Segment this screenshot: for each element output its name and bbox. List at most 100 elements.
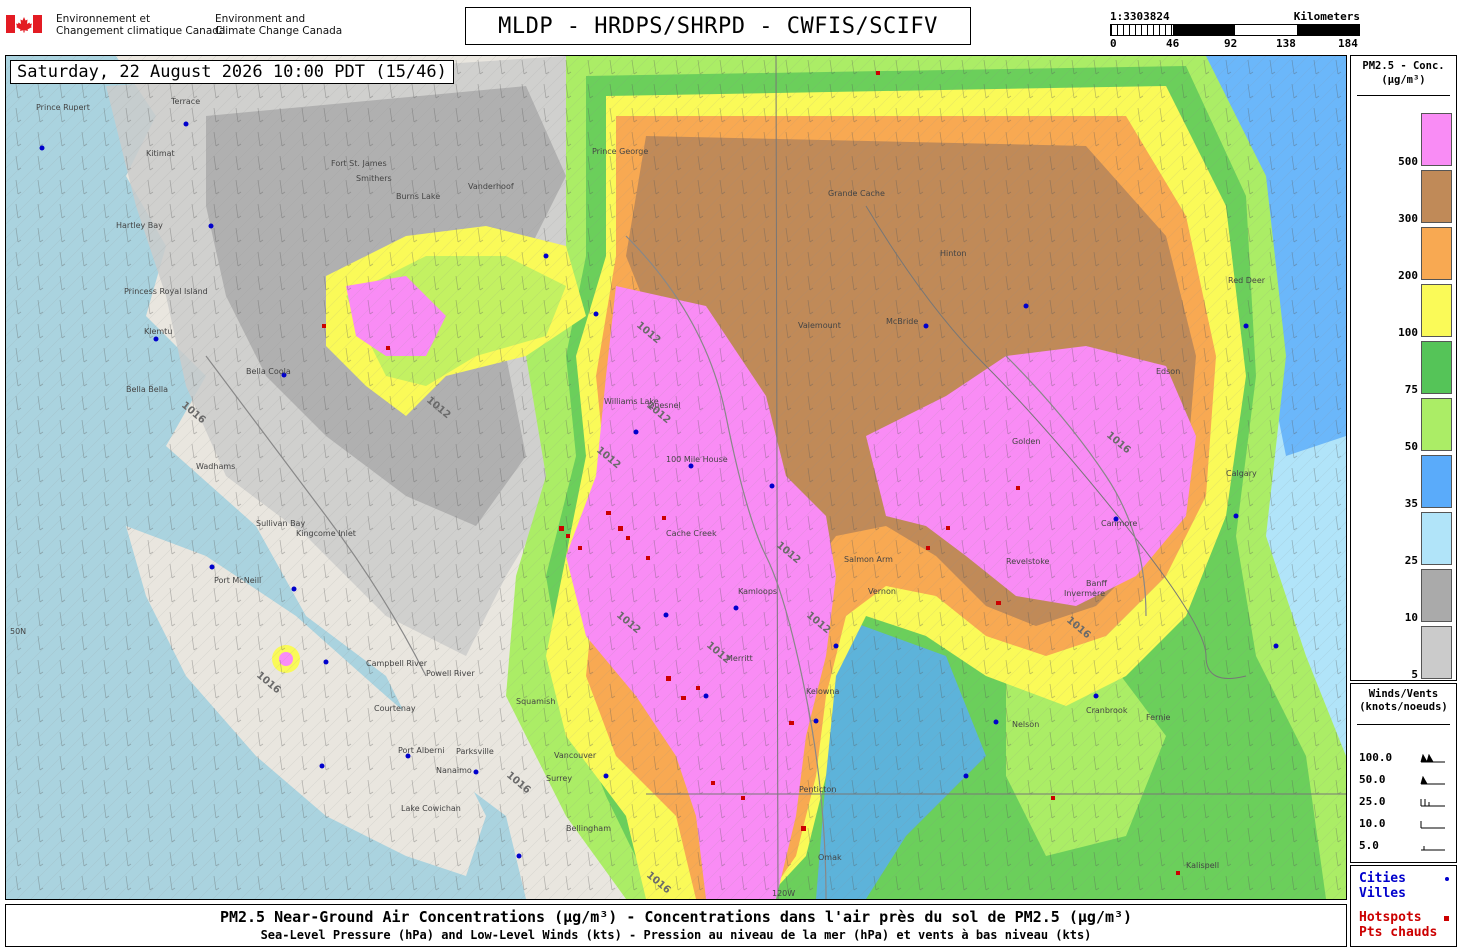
wind-speed-label: 5.0 <box>1359 839 1379 852</box>
place-label: Hinton <box>940 249 966 258</box>
place-label: Port Alberni <box>398 746 445 755</box>
place-label: Kingcome Inlet <box>296 529 356 538</box>
place-label: McBride <box>886 317 918 326</box>
place-label: 100 Mile House <box>666 455 728 464</box>
scale-ticks: 0 46 92 138 184 <box>1110 37 1360 50</box>
place-label: Powell River <box>426 669 475 678</box>
legend-value-label: 100 <box>1398 326 1418 339</box>
map-panel[interactable]: Prince Rupert Terrace Kitimat Hartley Bay Pr… <box>5 55 1347 900</box>
place-label: Kalispell <box>1186 861 1219 870</box>
caption-line-2: Sea-Level Pressure (hPa) and Low-Level W… <box>260 928 1092 942</box>
place-label: Prince George <box>592 147 648 156</box>
legend-value-label: 25 <box>1404 554 1418 567</box>
place-label: Surrey <box>546 774 572 783</box>
legend-value-label: 200 <box>1398 269 1418 282</box>
place-label: Invermere <box>1064 589 1105 598</box>
page-title: MLDP - HRDPS/SHRPD - CWFIS/SCIFV <box>465 7 971 45</box>
hotspots-label-fr: Pts chauds <box>1359 925 1438 940</box>
legend-title-line2: (μg/m³) <box>1381 74 1426 86</box>
place-label: Vanderhoof <box>468 182 514 191</box>
scale-bar: 1:3303824 Kilometers 0 46 92 138 184 <box>1110 10 1360 50</box>
winds-legend-title: Winds/Vents (knots/noeuds) <box>1351 688 1456 714</box>
place-label: Canmore <box>1101 519 1137 528</box>
gov-fr-line2: Changement climatique Canada <box>56 25 226 37</box>
hotspot-square-icon <box>1444 916 1449 921</box>
place-label: Wadhams <box>196 462 235 471</box>
place-label: Nanaimo <box>436 766 472 775</box>
place-label: Cache Creek <box>666 529 717 538</box>
place-label: Nelson <box>1012 720 1039 729</box>
gov-en-line2: Climate Change Canada <box>215 25 343 37</box>
legend-swatch <box>1421 341 1452 394</box>
legend-value-label: 50 <box>1404 440 1418 453</box>
legend-swatch <box>1421 569 1452 622</box>
canada-flag-icon <box>6 15 42 33</box>
place-label: Fernie <box>1146 713 1171 722</box>
latitude-label: 50N <box>10 627 26 636</box>
wind-barb-100-icon <box>1420 754 1445 763</box>
header: Environnement et Changement climatique C… <box>0 0 1460 52</box>
place-label: Port McNeill <box>214 576 261 585</box>
gov-fr-line1: Environnement et <box>56 13 151 25</box>
scale-bar-graphic <box>1110 24 1360 36</box>
place-label: Fort St. James <box>331 159 387 168</box>
wind-speed-label: 50.0 <box>1359 773 1386 786</box>
place-label: Omak <box>818 853 842 862</box>
place-label: Bella Bella <box>126 385 168 394</box>
place-label: Vernon <box>868 587 896 596</box>
place-label: Lake Cowichan <box>401 804 461 813</box>
place-label: Smithers <box>356 174 392 183</box>
legend-value-label: 75 <box>1404 383 1418 396</box>
place-label: Cranbrook <box>1086 706 1128 715</box>
hotspots-label-en: Hotspots <box>1359 910 1422 925</box>
legend-swatch <box>1421 398 1452 451</box>
city-dot-icon <box>1445 877 1449 881</box>
legend-title: PM2.5 - Conc. (μg/m³) <box>1351 59 1456 87</box>
legend-value-label: 35 <box>1404 497 1418 510</box>
legend-value-label: 300 <box>1398 212 1418 225</box>
scale-tick: 0 <box>1110 37 1117 50</box>
place-label: Red Deer <box>1228 276 1266 285</box>
pm25-legend: PM2.5 - Conc. (μg/m³) 500 300 200 100 75 50 35… <box>1350 55 1457 681</box>
place-label: Kitimat <box>146 149 175 158</box>
place-label: Kelowna <box>806 687 840 696</box>
place-label: Grande Cache <box>828 189 885 198</box>
legend-value-label: 5 <box>1411 668 1418 681</box>
scale-unit: Kilometers <box>1293 10 1360 23</box>
wind-barb-overlay <box>6 56 1346 899</box>
wind-speed-label: 25.0 <box>1359 795 1386 808</box>
longitude-label: 120W <box>772 889 795 898</box>
map-caption: PM2.5 Near-Ground Air Concentrations (μg… <box>5 904 1347 947</box>
legend-title-line1: PM2.5 - Conc. <box>1362 60 1445 72</box>
place-label: Princess Royal Island <box>124 287 208 296</box>
place-label: Valemount <box>798 321 841 330</box>
scale-tick: 184 <box>1338 37 1358 50</box>
scale-tick: 46 <box>1166 37 1180 50</box>
wind-barb-5-icon <box>1421 846 1445 851</box>
place-label: Banff <box>1086 579 1107 588</box>
place-label: Squamish <box>516 697 555 706</box>
gov-name-fr: Environnement et Changement climatique C… <box>56 13 225 37</box>
wind-barb-25-icon <box>1420 799 1445 807</box>
legend-value-label: 500 <box>1398 155 1418 168</box>
place-label: Bella Coola <box>246 367 291 376</box>
gov-en-line1: Environment and <box>215 13 306 25</box>
legend-swatch <box>1421 227 1452 280</box>
scale-tick: 138 <box>1276 37 1296 50</box>
map-canvas[interactable]: Prince Rupert Terrace Kitimat Hartley Bay Pr… <box>6 56 1346 899</box>
legend-swatch <box>1421 113 1452 166</box>
place-label: Terrace <box>170 97 200 106</box>
winds-title-line1: Winds/Vents <box>1368 688 1439 700</box>
wind-barb-10-icon <box>1420 821 1445 829</box>
place-label: Burns Lake <box>396 192 440 201</box>
place-label: Parksville <box>456 747 494 756</box>
legend-divider <box>1357 95 1450 96</box>
place-label: Revelstoke <box>1006 557 1050 566</box>
place-label: Vancouver <box>554 751 597 760</box>
legend-swatch <box>1421 455 1452 508</box>
place-label: Hartley Bay <box>116 221 163 230</box>
place-label: Bellingham <box>566 824 611 833</box>
place-label: Edson <box>1156 367 1180 376</box>
winds-divider <box>1357 724 1450 725</box>
legend-swatch <box>1421 512 1452 565</box>
